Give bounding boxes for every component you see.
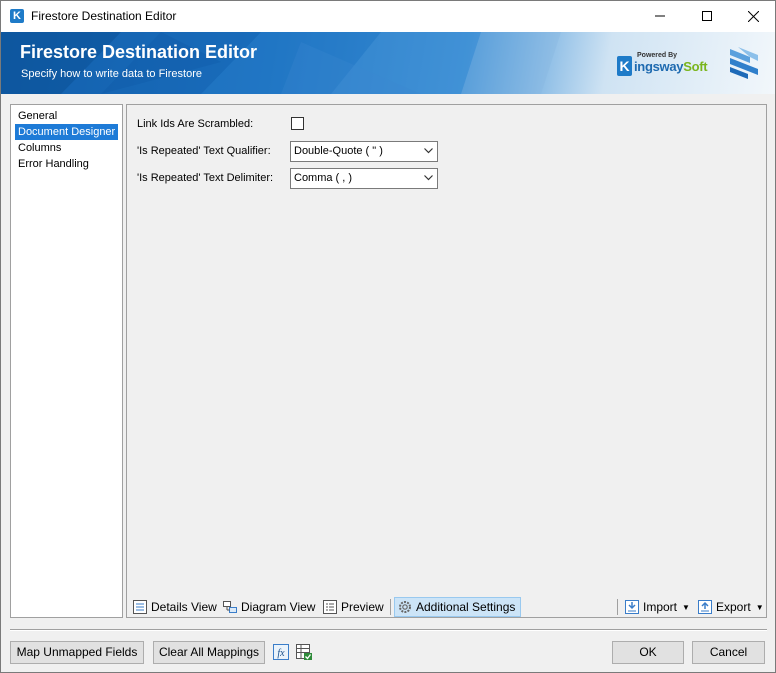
caret-down-icon: ▼ [755, 602, 764, 612]
delimiter-label: 'Is Repeated' Text Delimiter: [137, 172, 274, 184]
footer-divider-highlight [10, 630, 767, 631]
spreadsheet-button[interactable] [295, 643, 313, 661]
expression-icon: fx [273, 644, 289, 660]
qualifier-label: 'Is Repeated' Text Qualifier: [137, 145, 271, 157]
maximize-icon [702, 11, 712, 21]
banner-title: Firestore Destination Editor [20, 42, 258, 62]
toolbar-divider [390, 599, 391, 615]
sidebar-item-general[interactable]: General [15, 108, 60, 124]
minimize-button[interactable] [637, 1, 683, 31]
diagram-view-icon [223, 601, 237, 613]
details-view-tab[interactable]: Details View [132, 597, 217, 617]
sidebar-item-error-handling[interactable]: Error Handling [15, 156, 92, 172]
banner-subtitle: Specify how to write data to Firestore [21, 68, 202, 80]
details-view-label: Details View [151, 600, 217, 614]
link-ids-checkbox[interactable] [291, 117, 304, 130]
editor-window: K Firestore Destination Editor Firestore… [0, 0, 776, 673]
title-bar: K Firestore Destination Editor [1, 1, 775, 32]
import-dropdown[interactable]: Import ▼ [624, 597, 690, 617]
kingswaysoft-logo: Powered By K ingswaySoft [617, 50, 717, 80]
import-icon [625, 600, 639, 614]
firestore-layers-icon [730, 47, 758, 79]
preview-tab[interactable]: Preview [322, 597, 384, 617]
export-label: Export [716, 600, 751, 614]
fx-text: fx [277, 648, 285, 659]
kingswaysoft-k-icon: K [10, 9, 24, 23]
close-icon [747, 10, 759, 22]
export-dropdown[interactable]: Export ▼ [697, 597, 764, 617]
preview-label: Preview [341, 600, 384, 614]
diagram-view-tab[interactable]: Diagram View [222, 597, 315, 617]
close-button[interactable] [730, 1, 776, 31]
sidebar-item-columns[interactable]: Columns [15, 140, 64, 156]
window-title: Firestore Destination Editor [31, 9, 177, 23]
export-icon [698, 600, 712, 614]
link-ids-label: Link Ids Are Scrambled: [137, 118, 254, 130]
toolbar-divider [617, 599, 618, 615]
qualifier-value: Double-Quote ( " ) [294, 145, 383, 157]
brand-name: ingswaySoft [634, 59, 708, 74]
main-panel: Link Ids Are Scrambled: 'Is Repeated' Te… [126, 104, 767, 618]
sidebar-item-document-designer[interactable]: Document Designer [15, 124, 119, 140]
caret-down-icon: ▼ [682, 602, 690, 612]
maximize-button[interactable] [684, 1, 730, 31]
brand-k-icon: K [617, 56, 632, 76]
preview-icon [323, 600, 337, 614]
chevron-down-icon [424, 175, 433, 181]
import-label: Import [643, 600, 678, 614]
qualifier-select[interactable]: Double-Quote ( " ) [290, 141, 438, 162]
chevron-down-icon [424, 148, 433, 154]
minimize-icon [655, 15, 665, 17]
gear-icon [399, 601, 411, 613]
sidebar-nav: General Document Designer Columns Error … [10, 104, 123, 618]
expression-button[interactable]: fx [272, 643, 290, 661]
brand-powered-by: Powered By [637, 52, 678, 59]
header-banner: Firestore Destination Editor Specify how… [1, 32, 775, 94]
cancel-button[interactable]: Cancel [692, 641, 765, 664]
clear-all-mappings-button[interactable]: Clear All Mappings [153, 641, 265, 664]
additional-settings-label: Additional Settings [416, 600, 516, 614]
brand-name-accent: Soft [683, 59, 708, 74]
map-unmapped-fields-button[interactable]: Map Unmapped Fields [10, 641, 144, 664]
diagram-view-label: Diagram View [241, 600, 316, 614]
details-view-icon [133, 600, 147, 614]
delimiter-select[interactable]: Comma ( , ) [290, 168, 438, 189]
ok-button[interactable]: OK [612, 641, 684, 664]
brand-name-main: ingsway [634, 59, 684, 74]
additional-settings-tab[interactable]: Additional Settings [394, 597, 522, 617]
spreadsheet-icon [296, 644, 312, 660]
delimiter-value: Comma ( , ) [294, 172, 353, 184]
